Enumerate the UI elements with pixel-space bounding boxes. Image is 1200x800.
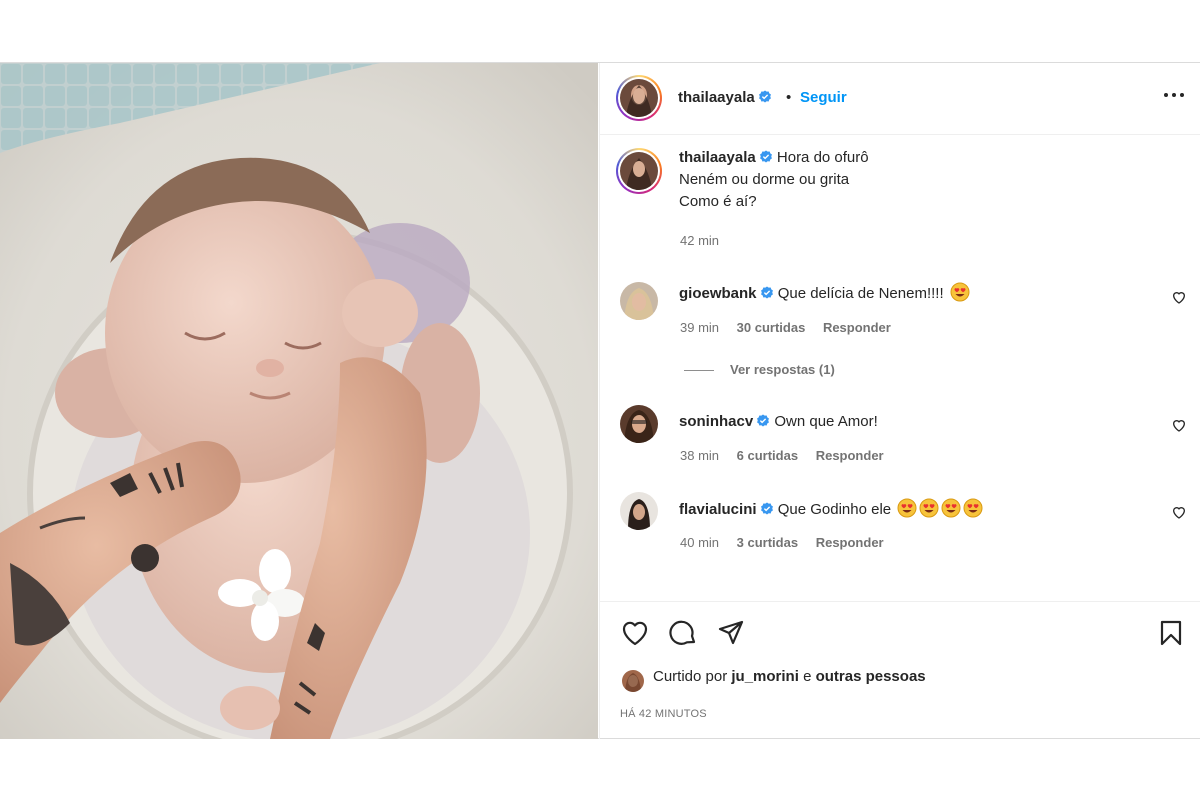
comment-time: 40 min (680, 535, 720, 550)
follow-button[interactable]: Seguir (800, 89, 847, 106)
comment-likes[interactable]: 30 curtidas (737, 320, 806, 335)
baby-bath-image (0, 63, 598, 739)
author-avatar[interactable] (620, 79, 658, 117)
heart-eyes-emoji (897, 498, 917, 518)
heart-eyes-emoji (963, 498, 983, 518)
heart-icon[interactable] (620, 618, 650, 648)
comment-text: Que delícia de Nenem!!!! (777, 285, 944, 302)
caption-line-3: Como é aí? (679, 193, 757, 210)
liked-by-text: Curtido por ju_morini e outras pessoas (653, 668, 926, 685)
liked-by-others-link[interactable]: outras pessoas (816, 668, 926, 685)
heart-eyes-emoji (950, 282, 970, 302)
reply-button[interactable]: Responder (816, 448, 884, 463)
send-icon[interactable] (716, 618, 746, 648)
liked-by-conj: e (803, 668, 812, 685)
post-side-panel: thailaayala • Seguir thailaayala Hora do… (599, 63, 1200, 739)
comment-like-heart-icon[interactable] (1171, 289, 1187, 305)
comments-list: thailaayala Hora do ofurô Neném ou dorme… (600, 136, 1200, 601)
comment-meta: 40 min 3 curtidas Responder (680, 535, 898, 550)
comment-like-heart-icon[interactable] (1171, 504, 1187, 520)
comment-avatar[interactable] (620, 405, 658, 443)
caption-meta: 42 min (680, 233, 733, 248)
reply-button[interactable]: Responder (823, 320, 891, 335)
comment-3-line: flavialucini Que Godinho ele (679, 498, 983, 521)
comment-icon[interactable] (668, 618, 698, 648)
replies-divider (684, 370, 714, 372)
verified-badge-icon (758, 90, 771, 103)
comment-time: 39 min (680, 320, 720, 335)
comment-1-line: gioewbank Que delícia de Nenem!!!! (679, 282, 970, 305)
caption-time: 42 min (680, 233, 720, 248)
caption-line-1: thailaayala Hora do ofurô (679, 147, 869, 169)
liked-by-avatar[interactable] (622, 670, 644, 692)
caption-text: Hora do ofurô (776, 149, 869, 166)
comment-avatar[interactable] (620, 282, 658, 320)
more-options-icon[interactable] (1161, 85, 1187, 105)
heart-eyes-emoji (919, 498, 939, 518)
post-modal: thailaayala • Seguir thailaayala Hora do… (0, 62, 1200, 739)
liked-by-user-link[interactable]: ju_morini (731, 668, 799, 685)
caption-author-avatar[interactable] (620, 152, 658, 190)
view-replies-button[interactable]: Ver respostas (1) (684, 362, 835, 377)
comment-avatar[interactable] (620, 492, 658, 530)
comment-2-line: soninhacv Own que Amor! (679, 411, 878, 433)
comment-likes[interactable]: 6 curtidas (737, 448, 798, 463)
liked-by-prefix: Curtido por (653, 668, 728, 685)
comment-username[interactable]: flavialucini (679, 501, 757, 518)
post-photo[interactable] (0, 63, 598, 739)
author-username[interactable]: thailaayala (678, 89, 772, 106)
comment-meta: 38 min 6 curtidas Responder (680, 448, 898, 463)
post-timestamp[interactable]: HÁ 42 MINUTOS (620, 708, 707, 720)
verified-badge-icon (759, 150, 772, 163)
caption-line-2: Neném ou dorme ou grita (679, 171, 850, 188)
comment-username[interactable]: gioewbank (679, 285, 757, 302)
caption-username[interactable]: thailaayala (679, 149, 756, 166)
heart-eyes-emoji (941, 498, 961, 518)
view-replies-label: Ver respostas (1) (730, 362, 835, 377)
post-actions: Curtido por ju_morini e outras pessoas H… (600, 601, 1200, 739)
comment-likes[interactable]: 3 curtidas (737, 535, 798, 550)
post-header: thailaayala • Seguir (600, 63, 1200, 135)
verified-badge-icon (760, 286, 773, 299)
comment-like-heart-icon[interactable] (1171, 417, 1187, 433)
comment-meta: 39 min 30 curtidas Responder (680, 320, 905, 335)
comment-text: Que Godinho ele (777, 501, 892, 518)
comment-username[interactable]: soninhacv (679, 413, 753, 430)
comment-text: Own que Amor! (774, 413, 878, 430)
verified-badge-icon (757, 414, 770, 427)
bookmark-icon[interactable] (1156, 618, 1186, 648)
comment-time: 38 min (680, 448, 720, 463)
verified-badge-icon (760, 502, 773, 515)
separator-dot: • (786, 89, 792, 106)
reply-button[interactable]: Responder (816, 535, 884, 550)
